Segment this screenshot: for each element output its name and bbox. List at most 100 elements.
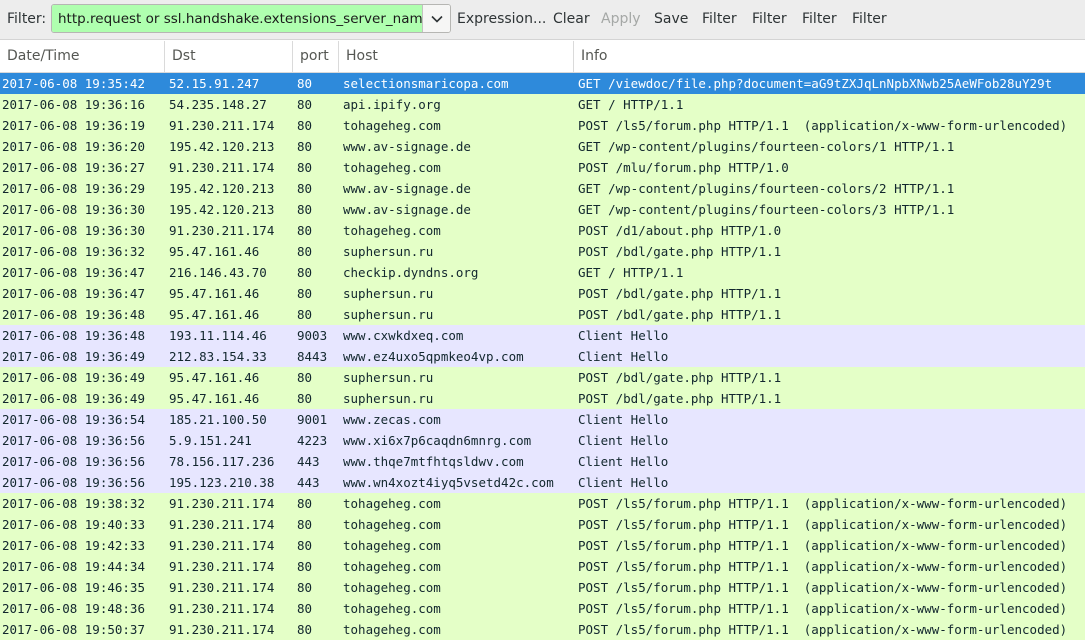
cell-port: 80 — [297, 601, 313, 616]
cell-info: POST /ls5/forum.php HTTP/1.1 (applicatio… — [578, 496, 1068, 511]
cell-dst: 91.230.211.174 — [169, 517, 275, 532]
cell-datetime: 2017-06-08 19:50:37 — [2, 622, 145, 637]
cell-port: 80 — [297, 160, 313, 175]
column-header-dst[interactable]: Dst — [165, 41, 293, 72]
expression-button[interactable]: Expression... — [457, 11, 546, 27]
apply-button[interactable]: Apply — [601, 11, 641, 27]
save-button[interactable]: Save — [654, 11, 688, 27]
filter-button-3[interactable]: Filter — [802, 11, 837, 27]
cell-host: www.thqe7mtfhtqsldwv.com — [343, 454, 524, 469]
table-row[interactable]: 2017-06-08 19:36:47 216.146.43.70 80 checki… — [0, 262, 1085, 283]
table-row[interactable]: 2017-06-08 19:48:36 91.230.211.174 80 tohag… — [0, 598, 1085, 619]
table-row[interactable]: 2017-06-08 19:36:30 195.42.120.213 80 www.a… — [0, 199, 1085, 220]
cell-datetime: 2017-06-08 19:44:34 — [2, 559, 145, 574]
cell-datetime: 2017-06-08 19:42:33 — [2, 538, 145, 553]
chevron-down-icon — [430, 15, 443, 23]
packet-list[interactable]: 2017-06-08 19:35:42 52.15.91.247 80 selecti… — [0, 73, 1085, 640]
table-row[interactable]: 2017-06-08 19:46:35 91.230.211.174 80 tohag… — [0, 577, 1085, 598]
table-row[interactable]: 2017-06-08 19:36:54 185.21.100.50 9001 www.… — [0, 409, 1085, 430]
cell-host: suphersun.ru — [343, 370, 434, 385]
cell-datetime: 2017-06-08 19:36:54 — [2, 412, 145, 427]
table-row[interactable]: 2017-06-08 19:36:48 95.47.161.46 80 suphers… — [0, 304, 1085, 325]
cell-info: GET / HTTP/1.1 — [578, 97, 684, 112]
cell-datetime: 2017-06-08 19:40:33 — [2, 517, 145, 532]
display-filter-input[interactable] — [52, 5, 423, 32]
cell-info: GET /wp-content/plugins/fourteen-colors/… — [578, 139, 955, 154]
cell-port: 80 — [297, 181, 313, 196]
column-header-info[interactable]: Info — [574, 41, 1085, 72]
table-row[interactable]: 2017-06-08 19:36:20 195.42.120.213 80 www.a… — [0, 136, 1085, 157]
cell-datetime: 2017-06-08 19:36:47 — [2, 286, 145, 301]
cell-host: tohageheg.com — [343, 118, 441, 133]
filter-button-2[interactable]: Filter — [752, 11, 787, 27]
table-row[interactable]: 2017-06-08 19:36:49 212.83.154.33 8443 www.… — [0, 346, 1085, 367]
cell-host: www.cxwkdxeq.com — [343, 328, 464, 343]
table-row[interactable]: 2017-06-08 19:36:30 91.230.211.174 80 tohag… — [0, 220, 1085, 241]
display-filter-combo[interactable] — [51, 4, 451, 33]
cell-dst: 91.230.211.174 — [169, 160, 275, 175]
cell-port: 80 — [297, 286, 313, 301]
table-row[interactable]: 2017-06-08 19:36:56 195.123.210.38 443 www.… — [0, 472, 1085, 493]
cell-port: 80 — [297, 580, 313, 595]
cell-info: POST /bdl/gate.php HTTP/1.1 — [578, 244, 782, 259]
filter-label: Filter: — [7, 11, 47, 27]
cell-dst: 195.123.210.38 — [169, 475, 275, 490]
cell-port: 80 — [297, 307, 313, 322]
filter-button-1[interactable]: Filter — [702, 11, 737, 27]
table-row[interactable]: 2017-06-08 19:36:47 95.47.161.46 80 suphers… — [0, 283, 1085, 304]
cell-info: POST /mlu/forum.php HTTP/1.0 — [578, 160, 789, 175]
cell-host: tohageheg.com — [343, 160, 441, 175]
table-row[interactable]: 2017-06-08 19:36:32 95.47.161.46 80 suphers… — [0, 241, 1085, 262]
table-row[interactable]: 2017-06-08 19:36:27 91.230.211.174 80 tohag… — [0, 157, 1085, 178]
cell-dst: 91.230.211.174 — [169, 601, 275, 616]
cell-info: POST /bdl/gate.php HTTP/1.1 — [578, 391, 782, 406]
cell-host: www.av-signage.de — [343, 181, 471, 196]
cell-host: tohageheg.com — [343, 601, 441, 616]
cell-host: www.xi6x7p6caqdn6mnrg.com — [343, 433, 532, 448]
cell-dst: 95.47.161.46 — [169, 370, 260, 385]
cell-host: www.wn4xozt4iyq5vsetd42c.com — [343, 475, 554, 490]
column-header-host[interactable]: Host — [339, 41, 574, 72]
table-row[interactable]: 2017-06-08 19:36:49 95.47.161.46 80 suphers… — [0, 388, 1085, 409]
table-row[interactable]: 2017-06-08 19:38:32 91.230.211.174 80 tohag… — [0, 493, 1085, 514]
table-row[interactable]: 2017-06-08 19:36:48 193.11.114.46 9003 www.… — [0, 325, 1085, 346]
cell-datetime: 2017-06-08 19:36:48 — [2, 307, 145, 322]
cell-info: POST /d1/about.php HTTP/1.0 — [578, 223, 782, 238]
cell-host: checkip.dyndns.org — [343, 265, 479, 280]
table-row[interactable]: 2017-06-08 19:36:56 5.9.151.241 4223 www.xi… — [0, 430, 1085, 451]
column-header-port[interactable]: port — [293, 41, 339, 72]
cell-dst: 91.230.211.174 — [169, 559, 275, 574]
table-row[interactable]: 2017-06-08 19:44:34 91.230.211.174 80 tohag… — [0, 556, 1085, 577]
cell-host: tohageheg.com — [343, 538, 441, 553]
cell-dst: 195.42.120.213 — [169, 202, 275, 217]
cell-host: tohageheg.com — [343, 223, 441, 238]
cell-datetime: 2017-06-08 19:36:32 — [2, 244, 145, 259]
column-header-datetime[interactable]: Date/Time — [0, 41, 165, 72]
cell-dst: 193.11.114.46 — [169, 328, 267, 343]
table-row[interactable]: 2017-06-08 19:36:19 91.230.211.174 80 tohag… — [0, 115, 1085, 136]
table-row[interactable]: 2017-06-08 19:36:49 95.47.161.46 80 suphers… — [0, 367, 1085, 388]
table-row[interactable]: 2017-06-08 19:50:37 91.230.211.174 80 tohag… — [0, 619, 1085, 640]
clear-button[interactable]: Clear — [553, 11, 590, 27]
cell-datetime: 2017-06-08 19:36:56 — [2, 454, 145, 469]
table-row[interactable]: 2017-06-08 19:36:56 78.156.117.236 443 www.… — [0, 451, 1085, 472]
cell-dst: 5.9.151.241 — [169, 433, 252, 448]
cell-port: 443 — [297, 454, 320, 469]
filter-button-4[interactable]: Filter — [852, 11, 887, 27]
cell-host: tohageheg.com — [343, 496, 441, 511]
cell-dst: 95.47.161.46 — [169, 286, 260, 301]
table-row[interactable]: 2017-06-08 19:42:33 91.230.211.174 80 tohag… — [0, 535, 1085, 556]
table-row[interactable]: 2017-06-08 19:36:16 54.235.148.27 80 api.ip… — [0, 94, 1085, 115]
filter-history-dropdown[interactable] — [422, 5, 450, 32]
cell-datetime: 2017-06-08 19:36:48 — [2, 328, 145, 343]
cell-info: POST /ls5/forum.php HTTP/1.1 (applicatio… — [578, 601, 1068, 616]
cell-datetime: 2017-06-08 19:48:36 — [2, 601, 145, 616]
cell-datetime: 2017-06-08 19:36:49 — [2, 349, 145, 364]
cell-host: api.ipify.org — [343, 97, 441, 112]
table-row[interactable]: 2017-06-08 19:40:33 91.230.211.174 80 tohag… — [0, 514, 1085, 535]
table-row[interactable]: 2017-06-08 19:35:42 52.15.91.247 80 selecti… — [0, 73, 1085, 94]
cell-port: 80 — [297, 223, 313, 238]
cell-info: GET /wp-content/plugins/fourteen-colors/… — [578, 181, 955, 196]
cell-info: POST /ls5/forum.php HTTP/1.1 (applicatio… — [578, 538, 1068, 553]
table-row[interactable]: 2017-06-08 19:36:29 195.42.120.213 80 www.a… — [0, 178, 1085, 199]
